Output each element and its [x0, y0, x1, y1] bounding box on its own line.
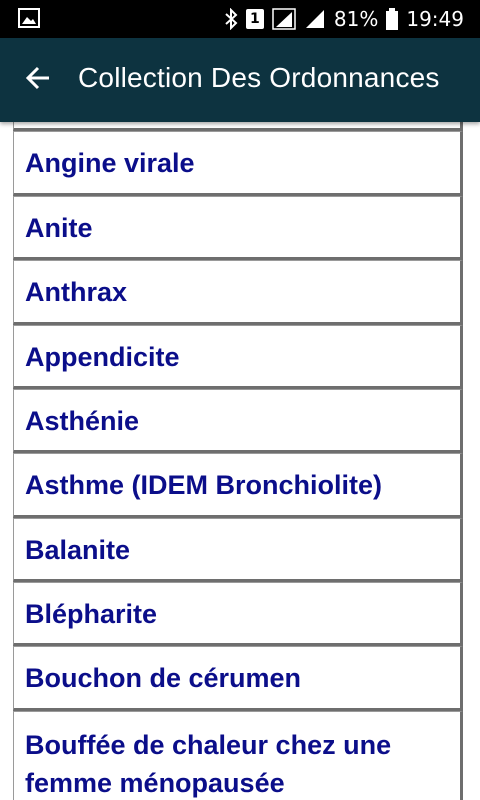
back-button[interactable]: [14, 54, 62, 106]
list-item[interactable]: Angine virale: [13, 131, 463, 196]
battery-icon: [386, 8, 399, 30]
bluetooth-icon: [224, 8, 238, 30]
list-item-label: Bouchon de cérumen: [25, 663, 302, 693]
list-item[interactable]: Appendicite: [13, 325, 463, 389]
signal-2-icon: [304, 8, 326, 30]
list-item[interactable]: Anite: [13, 196, 463, 260]
page-title: Collection Des Ordonnances: [78, 62, 440, 93]
signal-1-icon: [272, 8, 296, 30]
list-item-label: Angine virale: [25, 148, 195, 178]
list-item[interactable]: [13, 122, 463, 131]
disease-list[interactable]: Angine virale Anite Anthrax Appendicite …: [0, 122, 480, 800]
app-bar: Collection Des Ordonnances: [0, 38, 480, 122]
list-item-label: Anite: [25, 213, 93, 243]
list-item[interactable]: Asthénie: [13, 389, 463, 453]
list-item[interactable]: Asthme (IDEM Bronchiolite): [13, 453, 463, 518]
list-item-label: Blépharite: [25, 599, 158, 629]
image-notification-icon: [18, 8, 40, 28]
list-item[interactable]: Balanite: [13, 518, 463, 582]
battery-percent: 81%: [333, 7, 379, 31]
clock: 19:49: [406, 7, 464, 31]
list-item[interactable]: Bouchon de cérumen: [13, 646, 463, 711]
status-bar: 1 81% 19:49: [0, 0, 480, 38]
list-item-label: Bouffée de chaleur chez une femme ménopa…: [25, 730, 392, 798]
list-item-label: Asthme (IDEM Bronchiolite): [25, 470, 383, 500]
sim-1-icon: 1: [245, 9, 264, 29]
list-item-label: Anthrax: [25, 277, 128, 307]
list-item-label: Appendicite: [25, 342, 180, 372]
list-item-label: Asthénie: [25, 406, 140, 436]
list-item[interactable]: Bouffée de chaleur chez une femme ménopa…: [13, 711, 463, 800]
list-item[interactable]: Blépharite: [13, 582, 463, 646]
list-item[interactable]: Anthrax: [13, 260, 463, 325]
arrow-left-icon: [24, 64, 52, 97]
list-item-label: Balanite: [25, 535, 131, 565]
